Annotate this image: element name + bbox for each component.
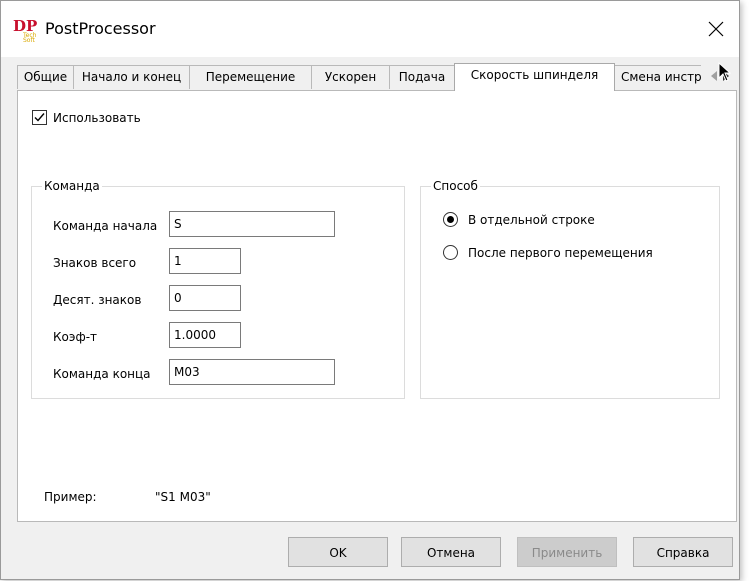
window-title: PostProcessor bbox=[45, 19, 156, 38]
tab-movement[interactable]: Перемещение bbox=[189, 65, 312, 89]
cancel-button[interactable]: Отмена bbox=[401, 537, 501, 567]
checkmark-icon bbox=[34, 113, 45, 122]
chevron-left-icon[interactable] bbox=[711, 71, 717, 81]
total-digits-input[interactable]: 1 bbox=[169, 248, 241, 274]
decimal-digits-input[interactable]: 0 bbox=[169, 285, 241, 311]
coefficient-label: Коэф-т bbox=[53, 330, 98, 344]
ok-button[interactable]: OK bbox=[288, 537, 388, 567]
start-command-label: Команда начала bbox=[53, 219, 158, 233]
radio-after-first-move-label: После первого перемещения bbox=[468, 245, 653, 260]
tab-start-end[interactable]: Начало и конец bbox=[73, 65, 190, 89]
start-command-input[interactable]: S bbox=[169, 211, 335, 237]
coefficient-input[interactable]: 1.0000 bbox=[169, 322, 241, 348]
method-group-title: Способ bbox=[431, 179, 480, 193]
radio-button-selected[interactable] bbox=[443, 212, 458, 227]
close-button[interactable] bbox=[693, 1, 739, 57]
title-bar[interactable]: DP Tech Soft PostProcessor bbox=[1, 1, 739, 57]
tab-general[interactable]: Общие bbox=[17, 65, 74, 89]
tab-acceleration[interactable]: Ускорен bbox=[311, 65, 390, 89]
radio-separate-line-label: В отдельной строке bbox=[468, 212, 595, 227]
example-value: "S1 M03" bbox=[155, 490, 211, 504]
close-icon bbox=[708, 21, 724, 37]
mouse-cursor-icon bbox=[718, 62, 732, 82]
radio-after-first-move[interactable]: После первого перемещения bbox=[443, 245, 653, 260]
postprocessor-dialog: DP Tech Soft PostProcessor Общие Начало … bbox=[0, 0, 740, 580]
command-group-title: Команда bbox=[42, 179, 102, 193]
radio-button[interactable] bbox=[443, 245, 458, 260]
help-button[interactable]: Справка bbox=[633, 537, 733, 567]
tab-feed[interactable]: Подача bbox=[389, 65, 455, 89]
tab-strip: Общие Начало и конец Перемещение Ускорен… bbox=[17, 63, 739, 91]
apply-button[interactable]: Применить bbox=[517, 537, 617, 567]
radio-separate-line[interactable]: В отдельной строке bbox=[443, 212, 595, 227]
example-label: Пример: bbox=[44, 490, 97, 504]
use-checkbox[interactable] bbox=[32, 110, 47, 125]
total-digits-label: Знаков всего bbox=[53, 256, 137, 270]
decimal-digits-label: Десят. знаков bbox=[53, 293, 142, 307]
use-checkbox-row[interactable]: Использовать bbox=[32, 110, 141, 125]
use-checkbox-label: Использовать bbox=[53, 110, 141, 125]
end-command-label: Команда конца bbox=[53, 367, 151, 381]
svg-text:Soft: Soft bbox=[23, 37, 35, 43]
tab-spindle-speed[interactable]: Скорость шпинделя bbox=[454, 63, 615, 91]
dp-logo-icon: DP Tech Soft bbox=[13, 17, 37, 43]
end-command-input[interactable]: M03 bbox=[169, 359, 335, 385]
